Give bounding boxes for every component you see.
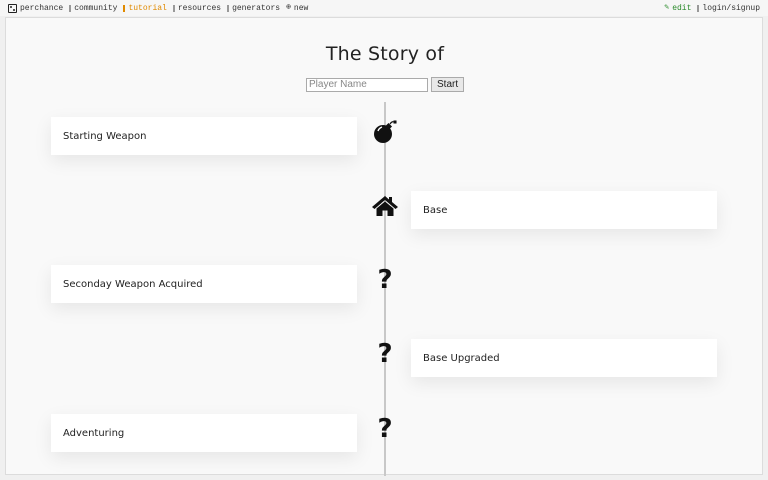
timeline-card-base: Base — [411, 191, 717, 229]
nav-community-label: community — [74, 3, 118, 13]
book-icon — [123, 4, 126, 12]
nav-community[interactable]: community — [69, 4, 117, 13]
timeline-card-label: Base — [423, 204, 448, 216]
nav-edit[interactable]: ✎ edit — [664, 4, 691, 13]
timeline-card-secondary-weapon: Seconday Weapon Acquired — [51, 265, 357, 303]
nav-login-label: login/signup — [702, 3, 760, 13]
top-nav: perchance community tutorial resources g… — [0, 0, 768, 16]
pencil-icon: ✎ — [664, 3, 670, 12]
nav-generators-label: generators — [232, 3, 281, 13]
player-controls: Start — [306, 77, 465, 92]
home-icon — [371, 192, 399, 220]
nav-new-label: new — [293, 3, 309, 13]
nav-generators[interactable]: generators — [227, 4, 280, 13]
link-icon — [172, 4, 175, 12]
nav-resources-label: resources — [177, 3, 222, 13]
main-panel: The Story of Start Starting Weapon Base … — [5, 17, 763, 476]
nav-perchance-label: perchance — [20, 3, 64, 13]
player-name-input[interactable] — [306, 77, 428, 92]
nav-tutorial-label: tutorial — [128, 3, 167, 13]
timeline-card-label: Starting Weapon — [63, 130, 147, 142]
plus-circle-icon: ⊕ — [286, 3, 291, 12]
list-icon — [227, 4, 230, 12]
timeline-card-label: Seconday Weapon Acquired — [63, 278, 203, 290]
bomb-icon — [371, 118, 399, 146]
timeline-card-label: Base Upgraded — [423, 352, 500, 364]
nav-resources[interactable]: resources — [172, 3, 222, 13]
nav-right: ✎ edit login/signup — [664, 4, 760, 13]
nav-left: perchance community tutorial resources g… — [8, 3, 308, 13]
chat-icon — [69, 4, 72, 12]
timeline-card-base-upgraded: Base Upgraded — [411, 339, 717, 377]
nav-new[interactable]: ⊕ new — [286, 4, 308, 13]
nav-edit-label: edit — [672, 3, 692, 13]
timeline-card-adventuring: Adventuring — [51, 414, 357, 452]
page-title: The Story of — [325, 43, 445, 65]
start-button[interactable]: Start — [431, 77, 465, 92]
timeline-card-label: Adventuring — [63, 427, 125, 439]
nav-tutorial[interactable]: tutorial — [123, 3, 167, 13]
dice-icon — [8, 3, 17, 13]
nav-login[interactable]: login/signup — [697, 4, 760, 13]
question-icon: ? — [377, 414, 393, 444]
question-icon: ? — [377, 339, 393, 369]
nav-perchance[interactable]: perchance — [8, 3, 64, 13]
question-icon: ? — [377, 265, 393, 295]
user-icon — [697, 4, 700, 12]
timeline-card-starting-weapon: Starting Weapon — [51, 117, 357, 155]
